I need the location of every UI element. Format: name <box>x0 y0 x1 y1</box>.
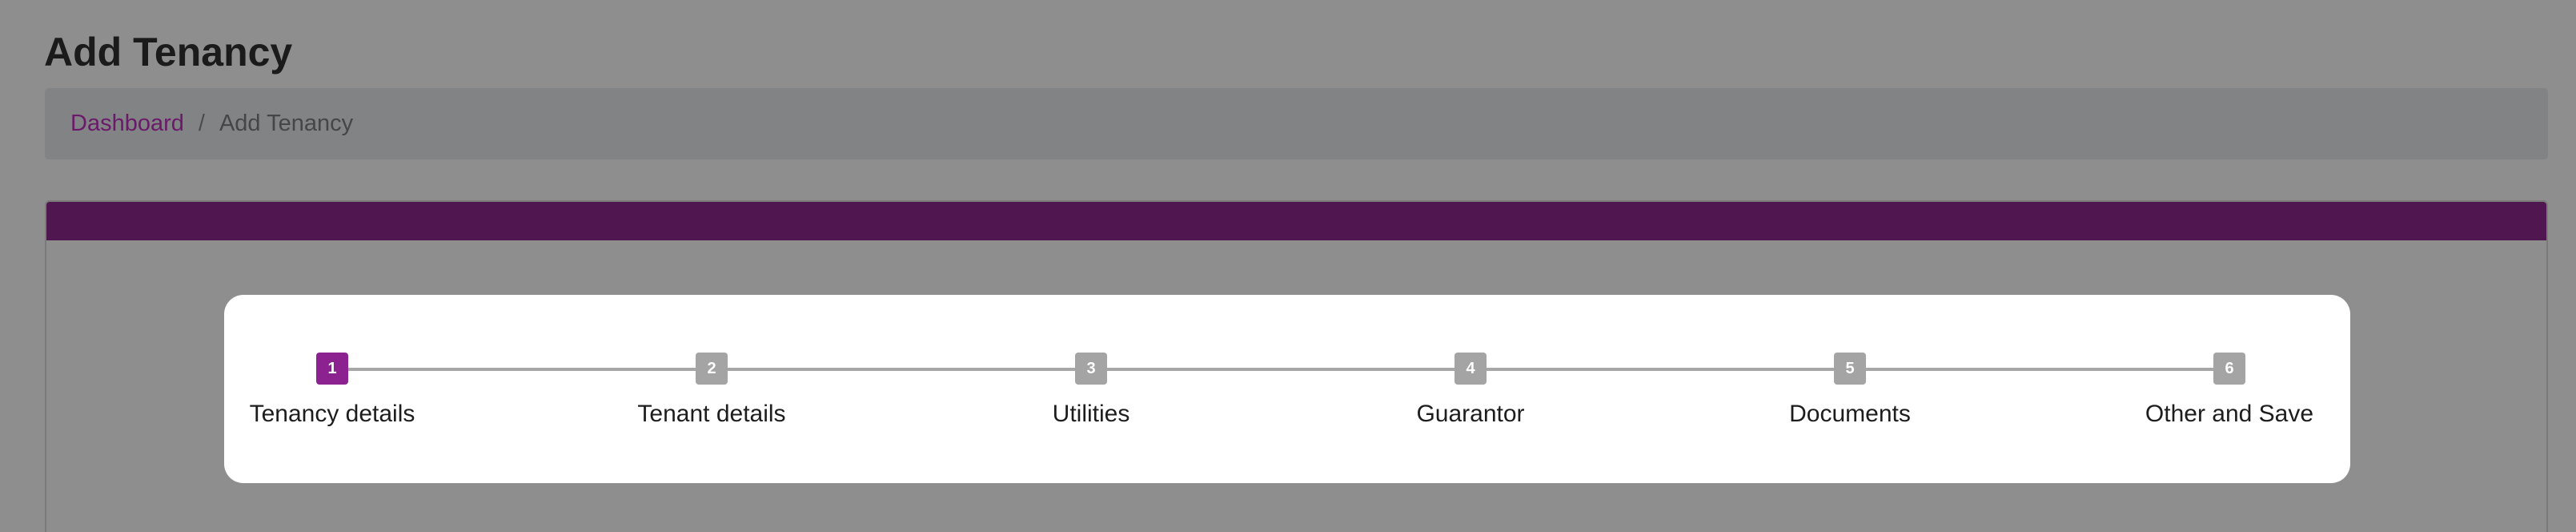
page: Add Tenancy Dashboard / Add Tenancy 1 Te… <box>0 0 2576 532</box>
step-number-badge: 5 <box>1834 353 1866 385</box>
step-tenancy-details[interactable]: 1 Tenancy details <box>172 353 492 428</box>
breadcrumb-current: Add Tenancy <box>219 111 354 136</box>
step-number-badge: 3 <box>1075 353 1107 385</box>
wizard-stepper: 1 Tenancy details 2 Tenant details 3 Uti… <box>224 295 2350 483</box>
breadcrumb-dashboard-link[interactable]: Dashboard <box>70 111 184 137</box>
step-number-badge: 1 <box>316 353 348 385</box>
page-title: Add Tenancy <box>44 30 293 75</box>
step-label: Guarantor <box>1416 401 1525 427</box>
step-label: Tenancy details <box>249 401 415 427</box>
step-label: Tenant details <box>637 401 786 427</box>
step-other-and-save[interactable]: 6 Other and Save <box>2069 353 2389 428</box>
step-number-badge: 6 <box>2213 353 2245 385</box>
step-label: Other and Save <box>2145 401 2314 427</box>
step-documents[interactable]: 5 Documents <box>1690 353 2010 428</box>
step-number-badge: 4 <box>1455 353 1487 385</box>
step-number-badge: 2 <box>696 353 728 385</box>
step-label: Documents <box>1789 401 1911 427</box>
step-utilities[interactable]: 3 Utilities <box>931 353 1251 428</box>
breadcrumb: Dashboard / Add Tenancy <box>45 88 2548 159</box>
card-header-bar <box>46 202 2546 240</box>
breadcrumb-separator: / <box>198 111 205 136</box>
step-tenant-details[interactable]: 2 Tenant details <box>552 353 872 428</box>
step-guarantor[interactable]: 4 Guarantor <box>1310 353 1631 428</box>
step-label: Utilities <box>1052 401 1130 427</box>
